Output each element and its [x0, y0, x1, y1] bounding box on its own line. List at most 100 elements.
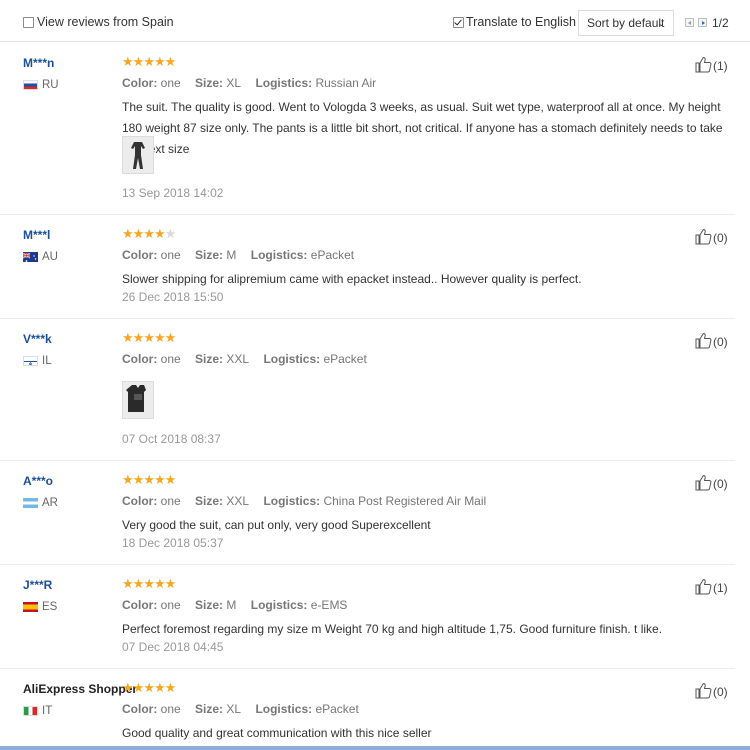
star-icon: ★: [164, 330, 177, 345]
reviewer-name[interactable]: V***k: [23, 332, 52, 346]
star-icon: ★: [153, 54, 166, 69]
translate-checkbox[interactable]: [453, 17, 464, 28]
next-page-button[interactable]: [698, 18, 707, 27]
color-value: one: [160, 598, 181, 612]
thumbs-up-icon: [695, 579, 712, 595]
logistics-value: e-EMS: [310, 598, 348, 612]
like-button[interactable]: (0): [695, 228, 740, 246]
thumbs-up-icon: [695, 57, 712, 73]
sort-dropdown[interactable]: Sort by default ⌄: [578, 10, 674, 36]
logistics-value: China Post Registered Air Mail: [323, 494, 487, 508]
translate-label[interactable]: Translate to English: [466, 15, 576, 29]
prev-page-button[interactable]: [685, 18, 694, 27]
review-photo[interactable]: [122, 381, 154, 419]
color-key: Color:: [122, 76, 158, 90]
order-attributes: Color: one Size: XXL Logistics: ePacket: [122, 352, 378, 366]
logistics-value: ePacket: [310, 248, 355, 262]
review-item: J***R ES ★★★★★ Color: one Size: M Logist…: [0, 564, 735, 669]
review-photo[interactable]: [122, 136, 154, 174]
review-item: AliExpress Shopper IT ★★★★★ Color: one S…: [0, 668, 735, 750]
star-icon: ★: [153, 680, 166, 695]
color-value: one: [160, 702, 181, 716]
size-value: XXL: [226, 494, 250, 508]
reviewer-name[interactable]: A***o: [23, 474, 53, 488]
color-key: Color:: [122, 494, 158, 508]
star-icon: ★: [164, 54, 177, 69]
star-icon: ★: [132, 680, 145, 695]
flag-es-icon: [23, 602, 38, 612]
order-attributes: Color: one Size: XXL Logistics: China Po…: [122, 494, 497, 508]
star-icon: ★: [153, 330, 166, 345]
view-reviews-label[interactable]: View reviews from Spain: [37, 15, 174, 29]
logistics-key: Logistics:: [263, 494, 321, 508]
star-rating: ★★★★★: [122, 54, 177, 70]
country-code: RU: [42, 79, 59, 91]
size-key: Size:: [195, 248, 224, 262]
color-value: one: [160, 352, 181, 366]
logistics-value: Russian Air: [315, 76, 377, 90]
reviewer-name[interactable]: M***n: [23, 56, 54, 70]
country-code: IT: [42, 705, 53, 717]
like-button[interactable]: (0): [695, 474, 740, 492]
size-key: Size:: [195, 598, 224, 612]
reviewer-name[interactable]: AliExpress Shopper: [23, 682, 137, 696]
view-reviews-checkbox[interactable]: [23, 17, 34, 28]
order-attributes: Color: one Size: XL Logistics: ePacket: [122, 702, 370, 716]
review-item: V***k IL ★★★★★ Color: one Size: XXL Logi…: [0, 318, 735, 461]
like-count: (0): [713, 477, 728, 491]
country-code: IL: [42, 355, 52, 367]
star-icon: ★: [153, 226, 166, 241]
review-date: 13 Sep 2018 14:02: [122, 186, 224, 200]
star-icon: ★: [122, 472, 134, 487]
star-icon: ★: [164, 576, 177, 591]
star-icon: ★: [122, 680, 134, 695]
flag-ru-icon: [23, 80, 38, 90]
review-item: A***o AR ★★★★★ Color: one Size: XXL Logi…: [0, 460, 735, 565]
size-value: M: [226, 248, 237, 262]
review-text: The suit. The quality is good. Went to V…: [122, 100, 723, 156]
color-key: Color:: [122, 702, 158, 716]
logistics-value: ePacket: [323, 352, 367, 366]
size-key: Size:: [195, 352, 224, 366]
color-key: Color:: [122, 352, 158, 366]
chevron-right-icon: [702, 20, 705, 25]
color-value: one: [160, 494, 181, 508]
review-date: 07 Oct 2018 08:37: [122, 432, 221, 446]
review-text: Perfect foremost regarding my size m Wei…: [122, 622, 663, 636]
country-code: AR: [42, 497, 58, 509]
like-button[interactable]: (1): [695, 56, 740, 74]
star-empty-icon: ★: [164, 226, 177, 241]
sort-dropdown-label: Sort by default: [587, 16, 665, 30]
star-icon: ★: [143, 680, 155, 695]
like-button[interactable]: (1): [695, 578, 740, 596]
review-text: Slower shipping for alipremium came with…: [122, 272, 582, 286]
reviewer-name[interactable]: J***R: [23, 578, 52, 592]
like-button[interactable]: (0): [695, 332, 740, 350]
star-icon: ★: [132, 54, 145, 69]
flag-au-icon: [23, 252, 38, 262]
reviews-toolbar: View reviews from Spain Translate to Eng…: [0, 0, 750, 42]
star-rating: ★★★★★: [122, 472, 177, 488]
size-key: Size:: [195, 76, 224, 90]
color-value: one: [160, 248, 181, 262]
review-date: 07 Dec 2018 04:45: [122, 640, 224, 654]
country-code: AU: [42, 251, 58, 263]
review-text: Very good the suit, can put only, very g…: [122, 518, 431, 532]
logistics-key: Logistics:: [255, 702, 313, 716]
star-icon: ★: [122, 330, 134, 345]
page-indicator: 1/2: [712, 16, 729, 30]
logistics-key: Logistics:: [250, 248, 308, 262]
reviewer-name[interactable]: M***l: [23, 228, 50, 242]
order-attributes: Color: one Size: XL Logistics: Russian A…: [122, 76, 387, 90]
like-count: (0): [713, 335, 728, 349]
color-key: Color:: [122, 248, 158, 262]
logistics-value: ePacket: [315, 702, 359, 716]
wetsuit-photo-icon: [123, 382, 153, 418]
star-icon: ★: [164, 472, 177, 487]
like-button[interactable]: (0): [695, 682, 740, 700]
star-icon: ★: [143, 54, 155, 69]
scroll-edge-bar: [0, 746, 750, 750]
logistics-key: Logistics:: [250, 598, 308, 612]
star-icon: ★: [153, 472, 166, 487]
star-icon: ★: [153, 576, 166, 591]
